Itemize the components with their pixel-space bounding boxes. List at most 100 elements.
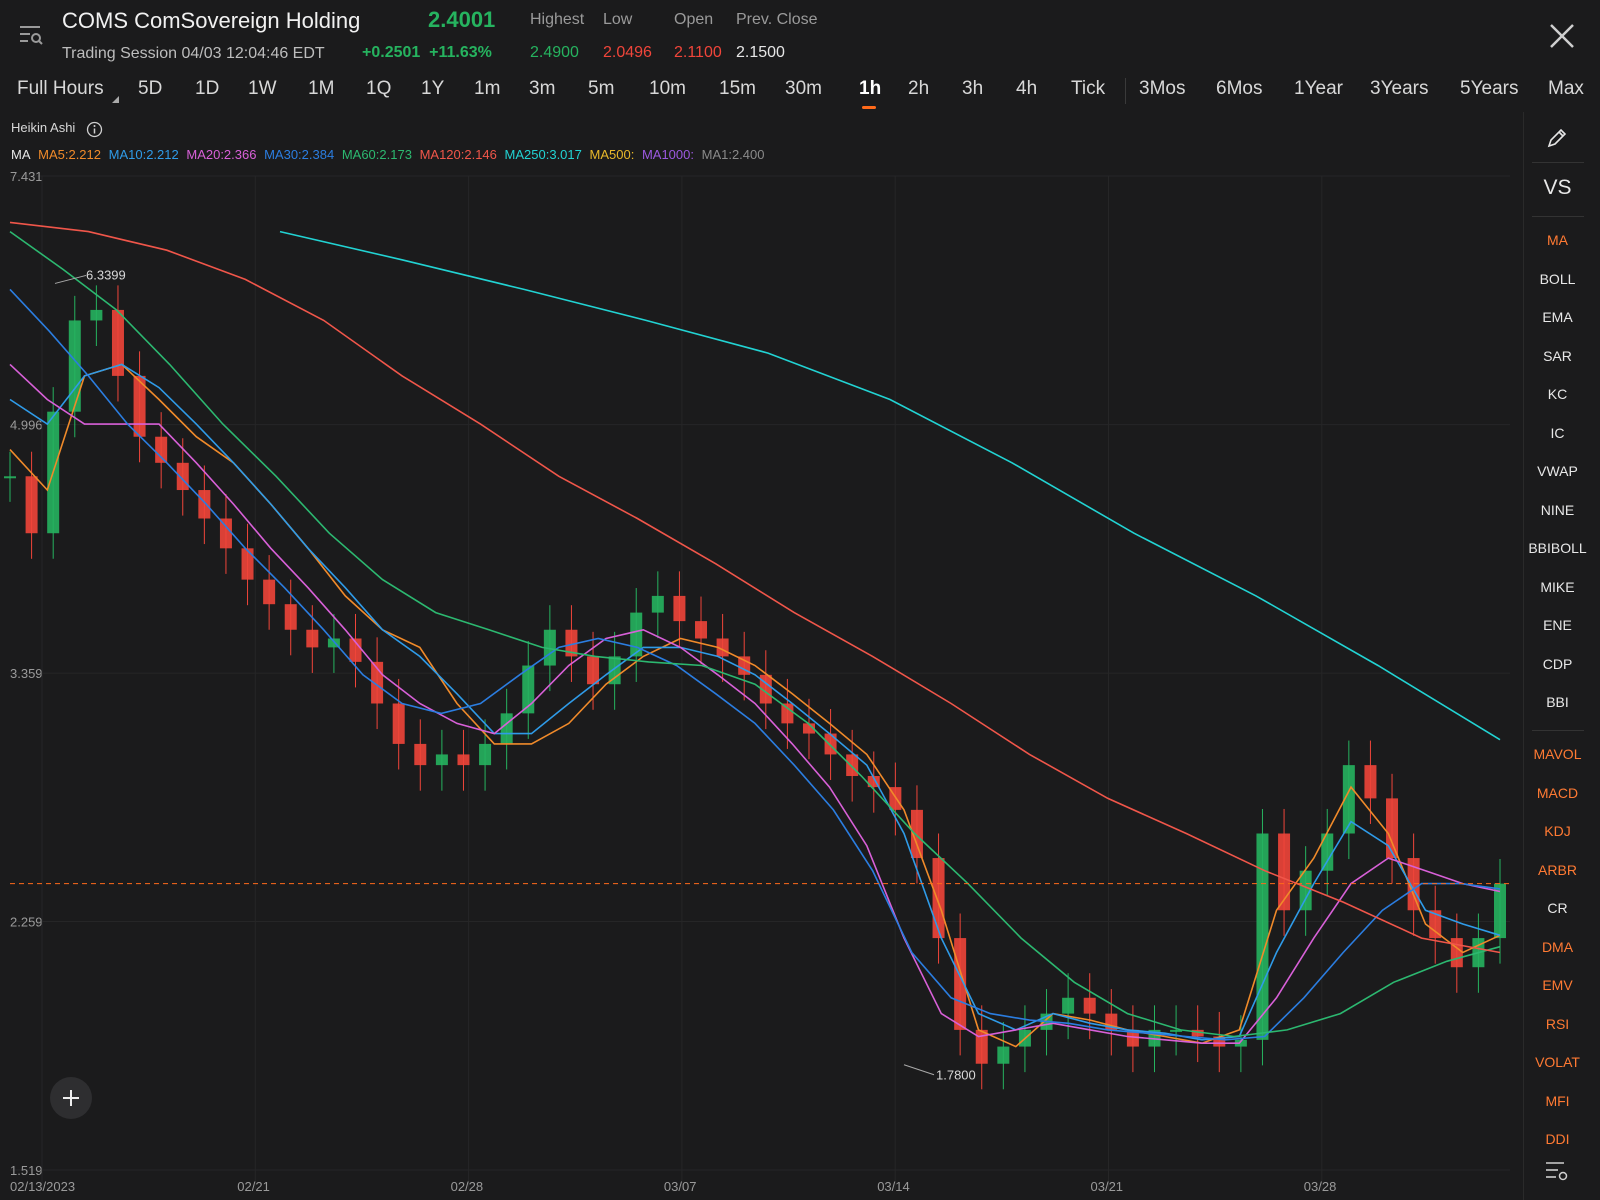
compare-vs-button[interactable]: VS xyxy=(1524,176,1591,200)
high-annotation: 6.3399 xyxy=(86,267,126,282)
candle-body xyxy=(1494,883,1506,939)
chart-type-label: Heikin Ashi xyxy=(11,120,76,135)
tf-1w[interactable]: 1W xyxy=(248,78,277,100)
tf-max[interactable]: Max xyxy=(1548,78,1584,100)
y-tick-label: 3.359 xyxy=(10,666,43,681)
indicator-kdj[interactable]: KDJ xyxy=(1524,823,1591,839)
indicator-mike[interactable]: MIKE xyxy=(1524,579,1591,595)
indicator-rsi[interactable]: RSI xyxy=(1524,1016,1591,1032)
candle-body xyxy=(241,548,254,580)
tf-5years[interactable]: 5Years xyxy=(1460,78,1518,100)
indicator-ic[interactable]: IC xyxy=(1524,425,1591,441)
tf-3min[interactable]: 3m xyxy=(529,78,555,100)
tf-5min[interactable]: 5m xyxy=(588,78,614,100)
ma-line-ma20 xyxy=(9,363,1501,1045)
indicator-sar[interactable]: SAR xyxy=(1524,348,1591,364)
tf-6mos[interactable]: 6Mos xyxy=(1216,78,1262,100)
dropdown-caret-icon xyxy=(112,96,119,103)
indicator-ema[interactable]: EMA xyxy=(1524,309,1591,325)
candle-body xyxy=(306,629,319,648)
indicator-vwap[interactable]: VWAP xyxy=(1524,463,1591,479)
tf-2h[interactable]: 2h xyxy=(908,78,929,100)
session-time: Trading Session 04/03 12:04:46 EDT xyxy=(62,45,325,62)
ma-line-ma10 xyxy=(9,363,1501,1041)
indicator-ma[interactable]: MA xyxy=(1524,232,1591,248)
tf-5d[interactable]: 5D xyxy=(138,78,162,100)
divider xyxy=(1125,78,1126,104)
y-tick-label: 2.259 xyxy=(10,915,43,930)
tf-3h[interactable]: 3h xyxy=(962,78,983,100)
indicator-mfi[interactable]: MFI xyxy=(1524,1093,1591,1109)
indicator-macd[interactable]: MACD xyxy=(1524,785,1591,801)
candle-body xyxy=(457,754,470,766)
list-settings-icon[interactable] xyxy=(1544,1159,1570,1183)
price-change: +0.2501 +11.63% xyxy=(362,44,492,62)
plus-icon xyxy=(63,1090,79,1106)
info-icon[interactable] xyxy=(86,121,103,138)
candle-body xyxy=(176,462,189,491)
ma-line-ma5 xyxy=(9,363,1501,1048)
tf-1year[interactable]: 1Year xyxy=(1294,78,1343,100)
price-chart[interactable]: 7.431 4.996 3.359 2.259 1.51902/13/2023 02/21… xyxy=(0,160,1520,1200)
indicator-nine[interactable]: NINE xyxy=(1524,502,1591,518)
divider xyxy=(1532,162,1584,163)
tf-30min[interactable]: 30m xyxy=(785,78,822,100)
candle-body xyxy=(1450,938,1463,968)
candle-body xyxy=(1062,997,1075,1014)
indicator-bbi[interactable]: BBI xyxy=(1524,694,1591,710)
candle-body xyxy=(997,1046,1010,1064)
tf-tick[interactable]: Tick xyxy=(1071,78,1105,100)
tf-3years[interactable]: 3Years xyxy=(1370,78,1428,100)
indicator-arbr[interactable]: ARBR xyxy=(1524,862,1591,878)
divider xyxy=(1532,216,1584,217)
y-tick-label: 7.431 xyxy=(10,169,43,184)
tf-10min[interactable]: 10m xyxy=(649,78,686,100)
x-tick-label: 02/28 xyxy=(451,1179,484,1194)
tf-1m-month[interactable]: 1M xyxy=(308,78,334,100)
indicator-volat[interactable]: VOLAT xyxy=(1524,1054,1591,1070)
indicator-ddi[interactable]: DDI xyxy=(1524,1131,1591,1147)
close-icon[interactable] xyxy=(1546,20,1578,52)
candle-body xyxy=(414,743,427,766)
ma-line-ma30 xyxy=(9,288,1501,1041)
tf-3mos[interactable]: 3Mos xyxy=(1139,78,1185,100)
change-percent: +11.63% xyxy=(429,44,492,61)
active-tab-indicator xyxy=(862,106,876,109)
header: COMS ComSovereign Holding 2.4001 Trading… xyxy=(0,0,1600,70)
indicator-emv[interactable]: EMV xyxy=(1524,977,1591,993)
menu-search-icon[interactable] xyxy=(18,22,44,48)
tf-full-hours[interactable]: Full Hours xyxy=(17,78,104,100)
candle-body xyxy=(435,754,448,766)
tf-4h[interactable]: 4h xyxy=(1016,78,1037,100)
candle-body xyxy=(781,703,794,724)
candle-body xyxy=(500,713,513,744)
indicator-dma[interactable]: DMA xyxy=(1524,939,1591,955)
open-label: Open xyxy=(674,11,714,28)
candle-body xyxy=(392,703,405,744)
tf-1y[interactable]: 1Y xyxy=(421,78,444,100)
tf-1q[interactable]: 1Q xyxy=(366,78,391,100)
low-label: Low xyxy=(603,11,633,28)
candle-body xyxy=(695,621,708,639)
indicator-kc[interactable]: KC xyxy=(1524,386,1591,402)
add-drawing-button[interactable] xyxy=(50,1077,92,1119)
indicator-ene[interactable]: ENE xyxy=(1524,617,1591,633)
tf-15min[interactable]: 15m xyxy=(719,78,756,100)
tf-1h[interactable]: 1h xyxy=(859,78,881,100)
x-tick-label: 02/13/2023 xyxy=(10,1179,75,1194)
indicator-cdp[interactable]: CDP xyxy=(1524,656,1591,672)
indicator-mavol[interactable]: MAVOL xyxy=(1524,746,1591,762)
tf-1min[interactable]: 1m xyxy=(474,78,500,100)
high-marker-line xyxy=(54,274,87,284)
indicator-cr[interactable]: CR xyxy=(1524,900,1591,916)
pencil-icon[interactable] xyxy=(1545,126,1569,150)
change-value: +0.2501 xyxy=(362,44,421,61)
low-marker-line xyxy=(903,1064,935,1076)
x-tick-label: 03/21 xyxy=(1091,1179,1124,1194)
candle-body xyxy=(1386,798,1399,859)
indicator-boll[interactable]: BOLL xyxy=(1524,271,1591,287)
candle-body xyxy=(284,604,297,630)
candle-body xyxy=(90,309,103,321)
indicator-bbiboll[interactable]: BBIBOLL xyxy=(1524,540,1591,556)
tf-1d[interactable]: 1D xyxy=(195,78,219,100)
